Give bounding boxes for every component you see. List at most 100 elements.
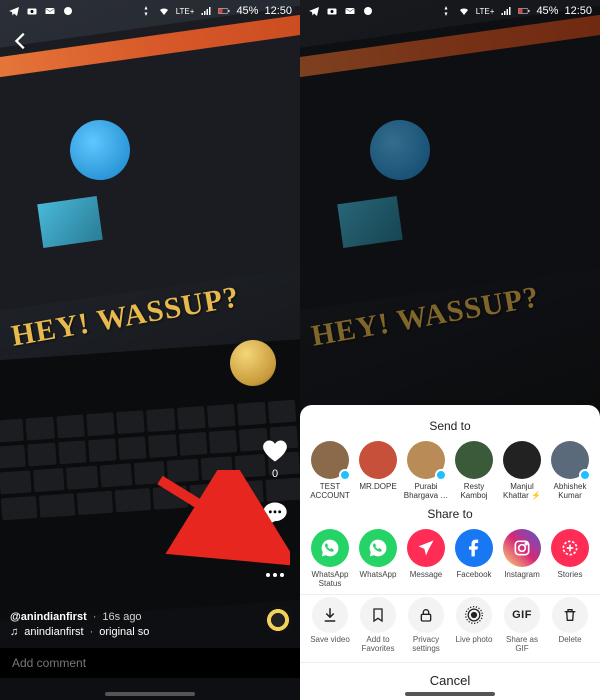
left-screenshot: HEY! WASSUP? LTE+ 45% 12:50 (0, 0, 300, 700)
like-button[interactable]: 0 (260, 436, 290, 480)
battery-icon (518, 5, 530, 17)
recipient-label: Purabi Bhargava … (403, 483, 449, 501)
battery-percent: 45% (536, 5, 558, 17)
music-note-icon: ♫ (10, 626, 18, 638)
share-target-label: WhatsApp Status (307, 571, 353, 589)
recipient-label: TEST ACCOUNT (307, 483, 353, 501)
share-target-facebook[interactable]: Facebook (451, 529, 497, 589)
sound-user: anindianfirst (24, 626, 83, 638)
battery-percent: 45% (236, 5, 258, 17)
more-icon (260, 560, 290, 590)
recipient-label: Manjul Khattar ⚡ (499, 483, 545, 501)
recipient-label: Abhishek Kumar (547, 483, 593, 501)
back-button[interactable] (10, 30, 32, 57)
recipient-2[interactable]: Purabi Bhargava … (403, 441, 449, 501)
recipient-label: Resty Kamboj (451, 483, 497, 501)
heart-icon (260, 436, 290, 466)
action-gif[interactable]: GIF Share as GIF (499, 597, 545, 654)
avatar (503, 441, 541, 479)
signal-icon (500, 5, 512, 17)
action-label: Privacy settings (403, 636, 449, 654)
share-target-whatsapp[interactable]: WhatsApp Status (307, 529, 353, 589)
avatar (551, 441, 589, 479)
sound-disc[interactable] (264, 606, 292, 634)
status-bar: LTE+ 45% 12:50 (0, 0, 300, 22)
mail-icon (344, 5, 356, 17)
lock-icon (408, 597, 444, 633)
share-target-message[interactable]: Message (403, 529, 449, 589)
recipient-1[interactable]: MR.DOPE (355, 441, 401, 501)
share-to-title: Share to (300, 507, 600, 521)
wifi-icon (458, 5, 470, 17)
download-icon (312, 597, 348, 633)
comment-button[interactable]: 0 (260, 498, 290, 542)
action-download[interactable]: Save video (307, 597, 353, 654)
whatsapp-status-icon (362, 5, 374, 17)
comment-icon (260, 498, 290, 528)
battery-icon (218, 5, 230, 17)
verified-badge-icon (339, 469, 351, 481)
avatar (455, 441, 493, 479)
signal-icon (200, 5, 212, 17)
share-button[interactable] (260, 560, 290, 590)
action-lock[interactable]: Privacy settings (403, 597, 449, 654)
gif-icon: GIF (504, 597, 540, 633)
comment-input[interactable]: Add comment (0, 648, 300, 678)
recipient-3[interactable]: Resty Kamboj (451, 441, 497, 501)
share-target-stories[interactable]: Stories (547, 529, 593, 589)
action-label: Save video (310, 636, 350, 645)
clock: 12:50 (564, 5, 592, 17)
action-label: Live photo (456, 636, 493, 645)
share-target-whatsapp[interactable]: WhatsApp (355, 529, 401, 589)
verified-badge-icon (435, 469, 447, 481)
action-label: Add to Favorites (355, 636, 401, 654)
comment-placeholder: Add comment (12, 656, 86, 670)
share-sheet: Send to TEST ACCOUNT MR.DOPE Purabi Bharga… (300, 405, 600, 700)
username[interactable]: @anindianfirst (10, 611, 87, 623)
share-target-label: Message (410, 571, 442, 580)
action-bookmark[interactable]: Add to Favorites (355, 597, 401, 654)
recipient-4[interactable]: Manjul Khattar ⚡ (499, 441, 545, 501)
action-label: Share as GIF (499, 636, 545, 654)
livephoto-icon (456, 597, 492, 633)
avatar (407, 441, 445, 479)
recipient-label: MR.DOPE (359, 483, 396, 492)
like-count: 0 (272, 468, 278, 480)
send-to-title: Send to (300, 419, 600, 433)
wifi-icon (158, 5, 170, 17)
telegram-icon (8, 5, 20, 17)
location-icon (440, 5, 452, 17)
telegram-icon (308, 5, 320, 17)
recipient-0[interactable]: TEST ACCOUNT (307, 441, 353, 501)
recipient-5[interactable]: Abhishek Kumar (547, 441, 593, 501)
action-livephoto[interactable]: Live photo (451, 597, 497, 654)
right-screenshot: HEY! WASSUP? LTE+ 45% 12:50 Send to TEST… (300, 0, 600, 700)
camera-icon (326, 5, 338, 17)
avatar (359, 441, 397, 479)
share-target-instagram[interactable]: Instagram (499, 529, 545, 589)
gesture-bar (405, 692, 495, 696)
action-trash[interactable]: Delete (547, 597, 593, 654)
clock: 12:50 (264, 5, 292, 17)
action-label: Delete (558, 636, 581, 645)
sound-label: original so (99, 626, 149, 638)
whatsapp-status-icon (62, 5, 74, 17)
share-target-label: Facebook (456, 571, 491, 580)
gesture-bar (105, 692, 195, 696)
video-background: HEY! WASSUP? (0, 0, 300, 700)
camera-icon (26, 5, 38, 17)
emoji-sticker (230, 340, 276, 386)
location-icon (140, 5, 152, 17)
sound-row[interactable]: ♫ anindianfirst · original so (10, 626, 149, 638)
share-target-label: WhatsApp (360, 571, 397, 580)
mail-icon (44, 5, 56, 17)
comment-count: 0 (272, 530, 278, 542)
share-target-label: Instagram (504, 571, 540, 580)
share-target-label: Stories (558, 571, 583, 580)
status-bar: LTE+ 45% 12:50 (300, 0, 600, 22)
avatar (311, 441, 349, 479)
network-label: LTE+ (476, 7, 495, 16)
cancel-button[interactable]: Cancel (300, 662, 600, 694)
trash-icon (552, 597, 588, 633)
bookmark-icon (360, 597, 396, 633)
